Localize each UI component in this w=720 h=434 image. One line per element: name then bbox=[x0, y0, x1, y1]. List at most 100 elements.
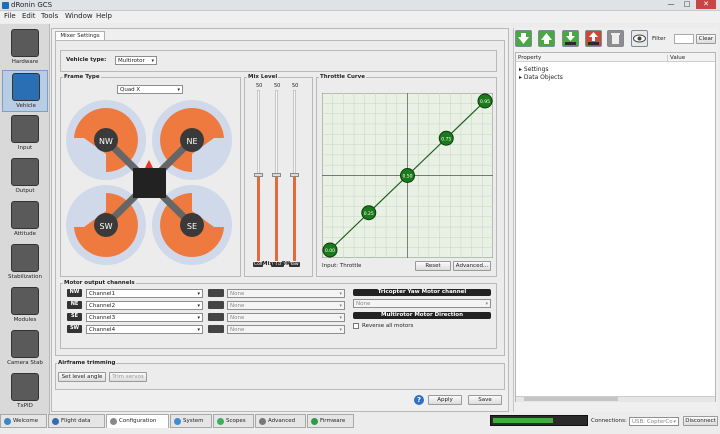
output-icon bbox=[11, 158, 39, 186]
sidebar-item-txpid[interactable]: TxPID bbox=[2, 371, 48, 413]
tab-scopes[interactable]: Scopes bbox=[213, 414, 254, 428]
throttle-curve-label: Throttle Curve bbox=[319, 74, 366, 80]
throttle-point-label: 0.75 bbox=[441, 136, 451, 142]
vehicle-type-label: Vehicle type: bbox=[66, 57, 107, 63]
motor-position-label: NW bbox=[67, 289, 82, 297]
frame-type-label: Frame Type bbox=[63, 74, 101, 80]
tab-advanced[interactable]: Advanced bbox=[255, 414, 306, 428]
tree-item-settings[interactable]: ▸ Settings bbox=[519, 66, 549, 73]
sidebar-item-label: TxPID bbox=[17, 403, 33, 409]
sidebar-item-label: Input bbox=[17, 145, 33, 151]
tab-label: Welcome bbox=[13, 418, 39, 424]
upload-green-icon[interactable] bbox=[538, 30, 555, 47]
menu-help[interactable]: Help bbox=[96, 12, 112, 20]
tab-mixer-settings[interactable]: Mixer Settings bbox=[55, 31, 105, 40]
tab-flight-data[interactable]: Flight data bbox=[48, 414, 105, 428]
frame-diagram: NW NE SW SE bbox=[66, 100, 232, 265]
save-button[interactable]: Save bbox=[468, 395, 502, 405]
advanced-icon bbox=[259, 418, 266, 425]
motor-channel-select[interactable]: Channel3 ▾ bbox=[86, 313, 203, 322]
maximize-button[interactable]: □ bbox=[680, 0, 694, 9]
motor-extra-select[interactable]: None ▾ bbox=[227, 289, 345, 298]
disconnect-button[interactable]: Disconnect bbox=[683, 416, 718, 426]
scopes-icon bbox=[217, 418, 224, 425]
trim-servos-button[interactable]: Trim servos bbox=[109, 372, 147, 382]
sidebar-item-modules[interactable]: Modules bbox=[2, 285, 48, 327]
clear-button[interactable]: Clear bbox=[696, 34, 716, 44]
tab-label: Firmware bbox=[320, 418, 346, 424]
advanced-button[interactable]: Advanced... bbox=[453, 261, 491, 271]
menu-bar: File Edit Tools Window Help bbox=[0, 11, 720, 23]
menu-tools[interactable]: Tools bbox=[41, 12, 58, 20]
tree-header bbox=[516, 53, 715, 62]
configuration-icon bbox=[110, 418, 117, 425]
sidebar-item-label: Modules bbox=[13, 317, 37, 323]
reverse-motors-checkbox[interactable] bbox=[353, 323, 359, 329]
scrollbar-thumb[interactable] bbox=[524, 397, 618, 401]
welcome-icon bbox=[4, 418, 11, 425]
mix-value-label: 50 bbox=[256, 83, 263, 89]
sidebar-item-camera-stab[interactable]: Camera Stab bbox=[2, 328, 48, 370]
frame-type-select[interactable]: Quad X ▾ bbox=[117, 85, 183, 94]
motor-channel-select[interactable]: Channel2 ▾ bbox=[86, 301, 203, 310]
sidebar-item-vehicle[interactable]: Vehicle bbox=[2, 70, 48, 112]
throttle-point-label: 0.95 bbox=[480, 99, 490, 105]
tree-item-data-objects[interactable]: ▸ Data Objects bbox=[519, 74, 563, 81]
erase-icon[interactable] bbox=[607, 30, 624, 47]
txpid-icon bbox=[11, 373, 39, 401]
motor-type-indicator bbox=[208, 325, 224, 333]
tab-system[interactable]: System bbox=[170, 414, 212, 428]
sidebar-item-label: Vehicle bbox=[16, 103, 36, 109]
sidebar-item-output[interactable]: Output bbox=[2, 156, 48, 198]
tab-label: Scopes bbox=[226, 418, 246, 424]
minimize-button[interactable]: — bbox=[664, 0, 678, 9]
sidebar-item-hardware[interactable]: Hardware bbox=[2, 27, 48, 69]
window-title: dRonin GCS bbox=[11, 1, 53, 9]
menu-file[interactable]: File bbox=[4, 12, 16, 20]
tricopter-yaw-select[interactable]: None ▾ bbox=[353, 299, 491, 308]
motor-channel-select[interactable]: Channel4 ▾ bbox=[86, 325, 203, 334]
mix-value-label: 50 bbox=[292, 83, 299, 89]
menu-window[interactable]: Window bbox=[65, 12, 93, 20]
app-icon bbox=[2, 2, 9, 9]
sidebar-item-attitude[interactable]: Attitude bbox=[2, 199, 48, 241]
sidebar-item-label: Camera Stab bbox=[7, 360, 43, 366]
connections-label: Connections: bbox=[591, 418, 627, 424]
set-level-angle-button[interactable]: Set level angle bbox=[58, 372, 106, 382]
apply-button[interactable]: Apply bbox=[428, 395, 462, 405]
motor-extra-select[interactable]: None ▾ bbox=[227, 325, 345, 334]
tab-firmware[interactable]: Firmware bbox=[307, 414, 354, 428]
mix-slider-handle[interactable] bbox=[272, 173, 281, 177]
property-column: Property bbox=[518, 55, 542, 61]
mix-slider-handle[interactable] bbox=[254, 173, 263, 177]
throttle-input-label: Input: Throttle bbox=[322, 263, 362, 269]
mix-level-label: Mix Level bbox=[247, 74, 279, 80]
eye-icon[interactable] bbox=[631, 30, 648, 47]
help-icon[interactable]: ? bbox=[414, 395, 424, 405]
filter-input[interactable] bbox=[674, 34, 694, 44]
reset-button[interactable]: Reset bbox=[415, 261, 451, 271]
mix-slider-handle[interactable] bbox=[290, 173, 299, 177]
connection-select[interactable]: USB: CopterCo ▾ bbox=[629, 417, 679, 426]
sidebar-item-stabilization[interactable]: Stabilization bbox=[2, 242, 48, 284]
motor-extra-select[interactable]: None ▾ bbox=[227, 313, 345, 322]
modules-icon bbox=[11, 287, 39, 315]
motor-sw-label: SW bbox=[100, 222, 113, 231]
tab-label: Flight data bbox=[61, 418, 91, 424]
sidebar-item-input[interactable]: Input bbox=[2, 113, 48, 155]
motor-nw-label: NW bbox=[99, 137, 113, 146]
menu-edit[interactable]: Edit bbox=[22, 12, 36, 20]
mix-value-label: 50 bbox=[274, 83, 281, 89]
save-to-board-icon[interactable] bbox=[585, 30, 602, 47]
tab-welcome[interactable]: Welcome bbox=[0, 414, 47, 428]
vehicle-type-select[interactable]: Multirotor ▾ bbox=[115, 56, 157, 65]
motor-extra-select[interactable]: None ▾ bbox=[227, 301, 345, 310]
load-from-board-icon[interactable] bbox=[562, 30, 579, 47]
close-button[interactable]: ✕ bbox=[696, 0, 716, 9]
motor-se-label: SE bbox=[187, 222, 197, 231]
motor-channel-select[interactable]: Channel1 ▾ bbox=[86, 289, 203, 298]
download-green-icon[interactable] bbox=[515, 30, 532, 47]
tab-configuration[interactable]: Configuration bbox=[106, 414, 169, 428]
mix-slider-fill bbox=[257, 175, 260, 261]
throttle-curve-plot[interactable]: 0.00 0.25 0.50 0.75 0.95 bbox=[322, 93, 493, 258]
